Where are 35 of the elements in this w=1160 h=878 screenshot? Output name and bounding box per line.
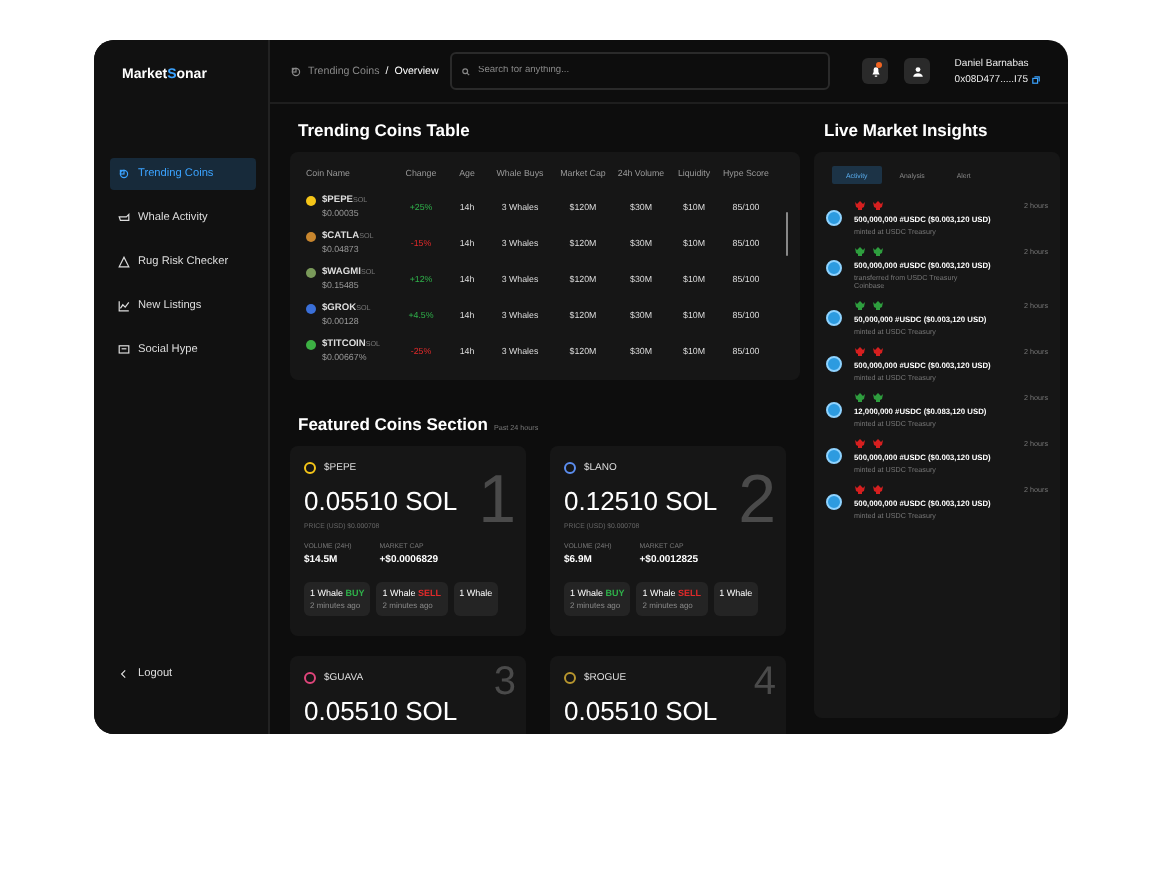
bull-icon <box>872 246 884 256</box>
coin-price: 0.12510 SOL <box>564 486 718 516</box>
section-title: Featured Coins Section <box>298 414 488 434</box>
bell-icon <box>869 65 882 77</box>
bear-icon <box>872 200 884 210</box>
section-title: Trending Coins Table <box>298 120 472 140</box>
token-icon <box>826 356 842 372</box>
token-icon <box>826 448 842 464</box>
section-title: Live Market Insights <box>824 120 990 140</box>
logout-icon <box>118 668 130 680</box>
search-icon <box>462 67 470 75</box>
whale-icon <box>118 212 130 224</box>
coin-price: 0.05510 SOL <box>304 486 458 516</box>
coins-icon <box>118 168 130 180</box>
line-chart-icon <box>118 300 130 312</box>
bull-icon <box>872 300 884 310</box>
scrollbar <box>786 212 788 256</box>
chat-icon <box>118 344 130 356</box>
token-icon <box>826 494 842 510</box>
token-icon <box>826 260 842 276</box>
profile-button[interactable] <box>904 58 931 84</box>
bull-icon <box>872 392 884 402</box>
bear-icon <box>872 438 884 448</box>
person-icon <box>911 65 924 77</box>
copy-icon[interactable] <box>1032 75 1040 83</box>
coin-price: 0.05510 SOL <box>304 696 458 726</box>
coin-price: 0.05510 SOL <box>564 696 718 726</box>
coins-icon <box>290 65 302 77</box>
notification-button[interactable] <box>862 58 889 84</box>
token-icon <box>826 402 842 418</box>
bear-icon <box>872 346 884 356</box>
warning-icon <box>118 256 130 268</box>
bear-icon <box>872 484 884 494</box>
token-icon <box>826 310 842 326</box>
token-icon <box>826 210 842 226</box>
